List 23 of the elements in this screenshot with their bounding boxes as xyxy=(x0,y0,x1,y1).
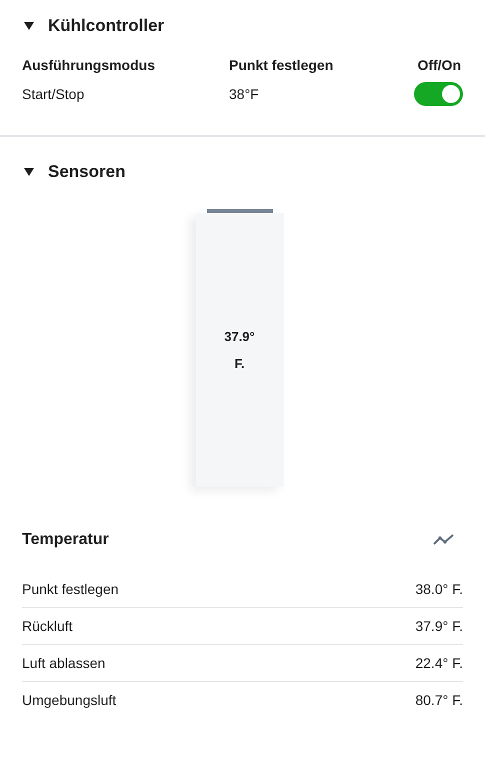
reading-label: Rückluft xyxy=(22,616,73,636)
gauge-unit: F. xyxy=(234,355,245,373)
reading-value: 80.7° F. xyxy=(415,691,463,710)
column-header: Punkt festlegen xyxy=(229,56,334,75)
column-header: Ausführungsmodus xyxy=(22,56,156,75)
gauge-reading: 37.9° xyxy=(224,328,255,346)
reading-value: 37.9° F. xyxy=(415,616,463,636)
reading-label: Punkt festlegen xyxy=(22,580,119,599)
temperature-title: Temperatur xyxy=(22,530,109,550)
reading-label: Umgebungsluft xyxy=(22,691,116,710)
reading-value: 22.4° F. xyxy=(415,654,463,672)
table-cell-text: Start/Stop xyxy=(22,84,86,104)
toggle-icon[interactable] xyxy=(24,21,34,31)
reading-value: 38.0° F. xyxy=(415,580,463,598)
section-title: Sensoren xyxy=(48,161,126,184)
toggle-switch[interactable] xyxy=(414,82,463,106)
column-header: Off/On xyxy=(416,56,462,75)
setpoint-marker xyxy=(206,209,272,213)
table-cell-text: 38°F xyxy=(229,84,260,104)
toggle-icon[interactable] xyxy=(24,167,34,177)
chart-icon[interactable] xyxy=(433,533,455,547)
reading-label: Luft ablassen xyxy=(22,654,106,672)
section-title: Kühlcontroller xyxy=(48,15,164,38)
